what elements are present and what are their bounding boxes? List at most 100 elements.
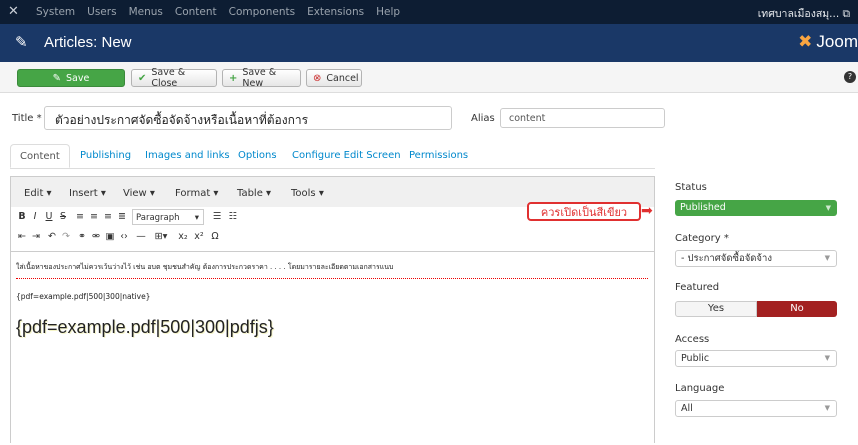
save-button[interactable]: ✎ Save bbox=[17, 69, 125, 87]
code-icon[interactable]: ‹› bbox=[118, 229, 130, 245]
featured-toggle: Yes No bbox=[675, 301, 837, 317]
language-value: All bbox=[681, 403, 693, 414]
joomla-brand: ✖ Joom bbox=[798, 32, 858, 52]
joomla-logo-mark-icon: ✖ bbox=[798, 32, 813, 51]
language-select[interactable]: All ▼ bbox=[675, 400, 837, 417]
save-close-button[interactable]: ✔ Save & Close bbox=[131, 67, 217, 89]
table-icon[interactable]: ⊞▾ bbox=[150, 229, 172, 245]
joomla-logo-icon[interactable]: ✕ bbox=[8, 5, 22, 19]
featured-label: Featured bbox=[675, 282, 720, 293]
edit-icon: ✎ bbox=[52, 72, 62, 84]
chevron-down-icon: ▼ bbox=[824, 354, 830, 362]
editor-toolbar-row1: B I U S ≡ ≡ ≡ ≣ Paragraph ▾ ☰ ☷ bbox=[16, 209, 416, 225]
editor-content-area[interactable]: ใส่เนื้อหาของประกาศไม่ควรเว้นว่างไว้ เช่… bbox=[11, 251, 654, 445]
outdent-icon[interactable]: ⇤ bbox=[16, 229, 28, 245]
annotation-callout: ควรเปิดเป็นสีเขียว bbox=[527, 202, 641, 221]
editor-menu-tools[interactable]: Tools ▾ bbox=[291, 188, 324, 199]
tab-configure-edit-screen[interactable]: Configure Edit Screen bbox=[292, 150, 401, 161]
alias-label: Alias bbox=[471, 113, 495, 124]
editor-menu-insert[interactable]: Insert ▾ bbox=[69, 188, 106, 199]
language-label: Language bbox=[675, 383, 725, 394]
save-new-label: Save & New bbox=[242, 67, 277, 89]
menu-help[interactable]: Help bbox=[370, 6, 406, 18]
chevron-down-icon: ▼ bbox=[824, 254, 830, 262]
pencil-icon: ✎ bbox=[15, 33, 28, 51]
editor-menu-view[interactable]: View ▾ bbox=[123, 188, 155, 199]
alias-input[interactable]: content bbox=[500, 108, 665, 128]
alias-value: content bbox=[509, 113, 546, 124]
menu-system[interactable]: System bbox=[30, 6, 81, 18]
editor-menu-table[interactable]: Table ▾ bbox=[237, 188, 271, 199]
save-label: Save bbox=[66, 72, 90, 84]
paragraph-label: Paragraph bbox=[136, 213, 180, 223]
numbered-list-icon[interactable]: ☷ bbox=[226, 209, 240, 225]
chevron-down-icon: ▼ bbox=[825, 204, 831, 212]
bold-icon[interactable]: B bbox=[16, 209, 28, 225]
status-value: Published bbox=[680, 202, 726, 213]
edit-tabs: Content Publishing Images and links Opti… bbox=[10, 144, 655, 169]
save-new-button[interactable]: + Save & New bbox=[222, 67, 301, 89]
cancel-button[interactable]: ⊗ Cancel bbox=[306, 69, 362, 87]
status-select[interactable]: Published ▼ bbox=[675, 200, 837, 216]
title-value: ตัวอย่างประกาศจัดซื้อจัดจ้างหรือเนื้อหาท… bbox=[55, 113, 309, 127]
tab-content[interactable]: Content bbox=[10, 144, 70, 168]
plus-icon: + bbox=[229, 72, 238, 84]
tab-options[interactable]: Options bbox=[238, 150, 277, 161]
align-center-icon[interactable]: ≡ bbox=[88, 209, 100, 225]
category-select[interactable]: - ประกาศจัดซื้อจัดจ้าง ▼ bbox=[675, 250, 837, 267]
content-line-3: {pdf=example.pdf|500|300|pdfjs} bbox=[16, 317, 274, 337]
horizontal-rule-icon[interactable]: — bbox=[134, 229, 148, 245]
menu-extensions[interactable]: Extensions bbox=[301, 6, 370, 18]
access-select[interactable]: Public ▼ bbox=[675, 350, 837, 367]
featured-no-button[interactable]: No bbox=[757, 301, 837, 317]
brand-text: Joom bbox=[816, 32, 858, 51]
undo-icon[interactable]: ↶ bbox=[46, 229, 58, 245]
toolbar: ✎ Save ✔ Save & Close + Save & New ⊗ Can… bbox=[0, 62, 858, 93]
content-line-1: ใส่เนื้อหาของประกาศไม่ควรเว้นว่างไว้ เช่… bbox=[16, 263, 394, 271]
menu-components[interactable]: Components bbox=[223, 6, 301, 18]
editor-menu-edit[interactable]: Edit ▾ bbox=[24, 188, 52, 199]
tab-publishing[interactable]: Publishing bbox=[80, 150, 131, 161]
chevron-down-icon: ▾ bbox=[194, 213, 199, 223]
link-icon[interactable]: ⚭ bbox=[76, 229, 88, 245]
category-label: Category * bbox=[675, 233, 729, 244]
superscript-icon[interactable]: x² bbox=[192, 229, 206, 245]
category-value: - ประกาศจัดซื้อจัดจ้าง bbox=[681, 253, 772, 264]
page-header: ✎ Articles: New ✖ Joom bbox=[0, 24, 858, 62]
menu-menus[interactable]: Menus bbox=[123, 6, 169, 18]
tab-images-links[interactable]: Images and links bbox=[145, 150, 230, 161]
subscript-icon[interactable]: x₂ bbox=[176, 229, 190, 245]
paragraph-format-select[interactable]: Paragraph ▾ bbox=[132, 209, 204, 225]
strikethrough-icon[interactable]: S bbox=[57, 209, 69, 225]
title-input[interactable]: ตัวอย่างประกาศจัดซื้อจัดจ้างหรือเนื้อหาท… bbox=[44, 106, 452, 130]
title-label: Title * bbox=[12, 113, 42, 124]
special-char-icon[interactable]: Ω bbox=[208, 229, 222, 245]
save-close-label: Save & Close bbox=[151, 67, 186, 89]
editor-menu-format[interactable]: Format ▾ bbox=[175, 188, 218, 199]
indent-icon[interactable]: ⇥ bbox=[30, 229, 42, 245]
cancel-label: Cancel bbox=[326, 72, 359, 84]
cancel-icon: ⊗ bbox=[313, 72, 322, 84]
tab-permissions[interactable]: Permissions bbox=[409, 150, 468, 161]
admin-menubar: ✕ System Users Menus Content Components … bbox=[0, 0, 858, 24]
unlink-icon[interactable]: ⚮ bbox=[90, 229, 102, 245]
help-icon[interactable]: ? bbox=[844, 71, 856, 83]
page-title: Articles: New bbox=[44, 34, 132, 51]
align-justify-icon[interactable]: ≣ bbox=[116, 209, 128, 225]
underline-icon[interactable]: U bbox=[43, 209, 55, 225]
italic-icon[interactable]: I bbox=[29, 209, 41, 225]
image-icon[interactable]: ▣ bbox=[104, 229, 116, 245]
align-left-icon[interactable]: ≡ bbox=[74, 209, 86, 225]
site-link[interactable]: เทศบาลเมืองสมุ... ⧉ bbox=[758, 5, 850, 22]
bullet-list-icon[interactable]: ☰ bbox=[210, 209, 224, 225]
status-label: Status bbox=[675, 182, 707, 193]
align-right-icon[interactable]: ≡ bbox=[102, 209, 114, 225]
redo-icon[interactable]: ↷ bbox=[60, 229, 72, 245]
menu-content[interactable]: Content bbox=[169, 6, 223, 18]
arrow-right-icon: ➡ bbox=[641, 203, 653, 219]
chevron-down-icon: ▼ bbox=[824, 404, 830, 412]
access-value: Public bbox=[681, 353, 710, 364]
featured-yes-button[interactable]: Yes bbox=[675, 301, 757, 317]
content-line-2: {pdf=example.pdf|500|300|native} bbox=[16, 292, 151, 301]
menu-users[interactable]: Users bbox=[81, 6, 122, 18]
